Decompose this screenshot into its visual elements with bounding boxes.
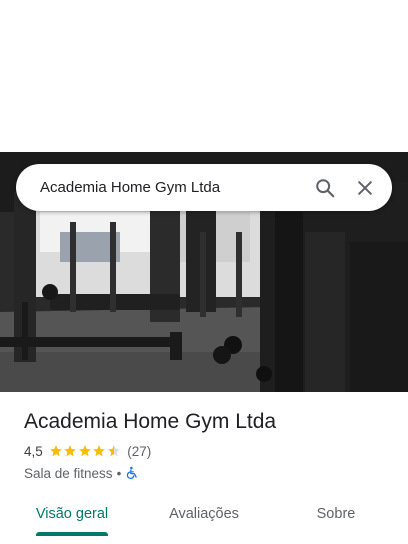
star-icon bbox=[78, 445, 91, 457]
rating-row[interactable]: 4,5 (27) bbox=[24, 441, 394, 461]
tab-bar: Visão geral Avaliações Sobre bbox=[0, 496, 408, 544]
category-row: Sala de fitness • bbox=[24, 463, 394, 483]
tab-about[interactable]: Sobre bbox=[264, 496, 408, 532]
star-icon bbox=[64, 445, 77, 457]
star-icon bbox=[93, 445, 106, 457]
close-icon[interactable] bbox=[352, 175, 378, 201]
place-page: Academia Home Gym Ltda Academia Home Gym… bbox=[0, 0, 408, 544]
place-title: Academia Home Gym Ltda bbox=[24, 410, 277, 433]
tab-overview[interactable]: Visão geral bbox=[0, 496, 144, 532]
star-half-icon bbox=[107, 445, 120, 457]
review-count[interactable]: (27) bbox=[127, 444, 151, 459]
tab-label: Avaliações bbox=[169, 506, 239, 522]
star-icon bbox=[49, 445, 62, 457]
search-icon[interactable] bbox=[312, 175, 338, 201]
active-tab-indicator bbox=[36, 532, 108, 536]
place-info: Academia Home Gym Ltda 4,5 (27) Sala de … bbox=[24, 408, 394, 483]
search-input[interactable]: Academia Home Gym Ltda bbox=[40, 179, 312, 196]
rating-value: 4,5 bbox=[24, 443, 43, 459]
wheelchair-icon bbox=[127, 466, 138, 480]
place-category: Sala de fitness bbox=[24, 465, 113, 481]
search-bar[interactable]: Academia Home Gym Ltda bbox=[16, 164, 392, 211]
tab-label: Visão geral bbox=[35, 506, 109, 522]
star-rating bbox=[49, 444, 122, 458]
separator: • bbox=[116, 465, 122, 481]
tab-reviews[interactable]: Avaliações bbox=[144, 496, 264, 532]
tab-label: Sobre bbox=[316, 506, 356, 522]
